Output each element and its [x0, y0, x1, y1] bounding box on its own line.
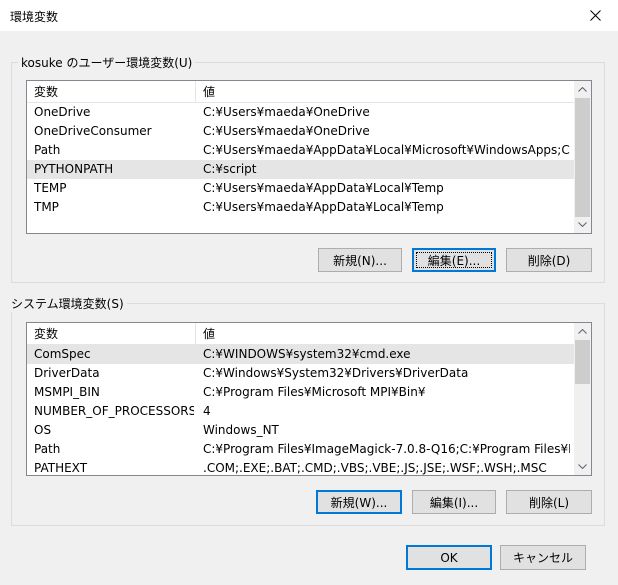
user-vars-list[interactable]: 変数 値 OneDrive C:¥Users¥maeda¥OneDrive OneD…: [26, 80, 592, 234]
variable-value-cell: C:¥Users¥maeda¥OneDrive: [203, 105, 370, 119]
close-button[interactable]: [572, 0, 618, 31]
variable-name-cell: TEMP: [34, 181, 67, 195]
variable-value-cell: C:¥script: [203, 162, 257, 176]
variable-name-cell: OneDriveConsumer: [34, 124, 152, 138]
table-row[interactable]: PATHEXT .COM;.EXE;.BAT;.CMD;.VBS;.VBE;.JS…: [27, 459, 574, 475]
variable-name-cell: TMP: [34, 200, 59, 214]
table-row[interactable]: MSMPI_BIN C:¥Program Files¥Microsoft MPI¥…: [27, 383, 574, 402]
scroll-down-arrow-icon[interactable]: [574, 216, 591, 233]
variable-name-cell: DriverData: [34, 366, 100, 380]
variable-value-cell: Windows_NT: [203, 423, 279, 437]
variable-value-cell: C:¥Program Files¥ImageMagick-7.0.8-Q16;C…: [203, 442, 570, 456]
column-header-value[interactable]: 値: [196, 323, 574, 345]
focus-ring: [416, 252, 492, 268]
system-delete-button[interactable]: 削除(L): [506, 490, 592, 514]
variable-value-cell: C:¥Windows¥System32¥Drivers¥DriverData: [203, 366, 469, 380]
variable-value-cell: 4: [203, 404, 211, 418]
variable-name-cell: NUMBER_OF_PROCESSORS: [34, 404, 194, 418]
table-row[interactable]: PYTHONPATH C:¥script: [27, 160, 574, 179]
table-row[interactable]: OneDriveConsumer C:¥Users¥maeda¥OneDrive: [27, 122, 574, 141]
user-vars-list-header: 変数 値: [27, 81, 574, 103]
system-vars-list-header: 変数 値: [27, 323, 574, 345]
table-row[interactable]: DriverData C:¥Windows¥System32¥Drivers¥Dr…: [27, 364, 574, 383]
user-vars-scrollbar[interactable]: [574, 81, 591, 233]
system-vars-rows: ComSpec C:¥WINDOWS¥system32¥cmd.exe Driver…: [27, 345, 574, 475]
system-vars-scrollbar[interactable]: [574, 323, 591, 475]
variable-name-cell: PYTHONPATH: [34, 162, 114, 176]
variable-value-cell: C:¥Users¥maeda¥OneDrive: [203, 124, 370, 138]
table-row[interactable]: Path C:¥Users¥maeda¥AppData¥Local¥Microso…: [27, 141, 574, 160]
cancel-button[interactable]: キャンセル: [500, 545, 586, 570]
system-edit-button[interactable]: 編集(I)...: [412, 490, 496, 514]
variable-value-cell: C:¥Users¥maeda¥AppData¥Local¥Temp: [203, 181, 444, 195]
table-row[interactable]: NUMBER_OF_PROCESSORS 4: [27, 402, 574, 421]
ok-button[interactable]: OK: [406, 545, 492, 570]
scroll-thumb[interactable]: [575, 340, 590, 384]
scroll-up-arrow-icon[interactable]: [574, 81, 591, 98]
table-row[interactable]: OS Windows_NT: [27, 421, 574, 440]
variable-name-cell: MSMPI_BIN: [34, 385, 100, 399]
table-row[interactable]: TEMP C:¥Users¥maeda¥AppData¥Local¥Temp: [27, 179, 574, 198]
variable-value-cell: .COM;.EXE;.BAT;.CMD;.VBS;.VBE;.JS;.JSE;.…: [203, 461, 547, 475]
title-bar: 環境変数: [0, 0, 618, 31]
user-new-button[interactable]: 新規(N)...: [318, 248, 402, 272]
user-delete-button[interactable]: 削除(D): [506, 248, 592, 272]
column-header-variable[interactable]: 変数: [27, 323, 196, 345]
system-vars-group-label: システム環境変数(S): [8, 295, 127, 312]
variable-value-cell: C:¥Program Files¥Microsoft MPI¥Bin¥: [203, 385, 426, 399]
user-vars-rows: OneDrive C:¥Users¥maeda¥OneDrive OneDriveC…: [27, 103, 574, 217]
variable-name-cell: ComSpec: [34, 347, 91, 361]
variable-name-cell: PATHEXT: [34, 461, 88, 475]
user-edit-button[interactable]: 編集(E)...: [412, 248, 496, 272]
scroll-thumb[interactable]: [575, 98, 590, 217]
user-vars-group-label: kosuke のユーザー環境変数(U): [18, 54, 196, 71]
variable-value-cell: C:¥Users¥maeda¥AppData¥Local¥Microsoft¥W…: [203, 143, 570, 157]
variable-name-cell: OS: [34, 423, 52, 437]
variable-value-cell: C:¥WINDOWS¥system32¥cmd.exe: [203, 347, 411, 361]
scroll-down-arrow-icon[interactable]: [574, 458, 591, 475]
table-row[interactable]: OneDrive C:¥Users¥maeda¥OneDrive: [27, 103, 574, 122]
variable-name-cell: Path: [34, 442, 61, 456]
table-row[interactable]: TMP C:¥Users¥maeda¥AppData¥Local¥Temp: [27, 198, 574, 217]
system-new-button[interactable]: 新規(W)...: [316, 490, 402, 514]
variable-name-cell: Path: [34, 143, 61, 157]
column-header-value[interactable]: 値: [196, 81, 574, 103]
close-icon: [589, 10, 601, 21]
window-title: 環境変数: [10, 10, 59, 24]
variable-name-cell: OneDrive: [34, 105, 91, 119]
scroll-up-arrow-icon[interactable]: [574, 323, 591, 340]
table-row[interactable]: Path C:¥Program Files¥ImageMagick-7.0.8-Q…: [27, 440, 574, 459]
system-vars-list[interactable]: 変数 値 ComSpec C:¥WINDOWS¥system32¥cmd.exe D…: [26, 322, 592, 476]
table-row[interactable]: ComSpec C:¥WINDOWS¥system32¥cmd.exe: [27, 345, 574, 364]
column-header-variable[interactable]: 変数: [27, 81, 196, 103]
variable-value-cell: C:¥Users¥maeda¥AppData¥Local¥Temp: [203, 200, 444, 214]
